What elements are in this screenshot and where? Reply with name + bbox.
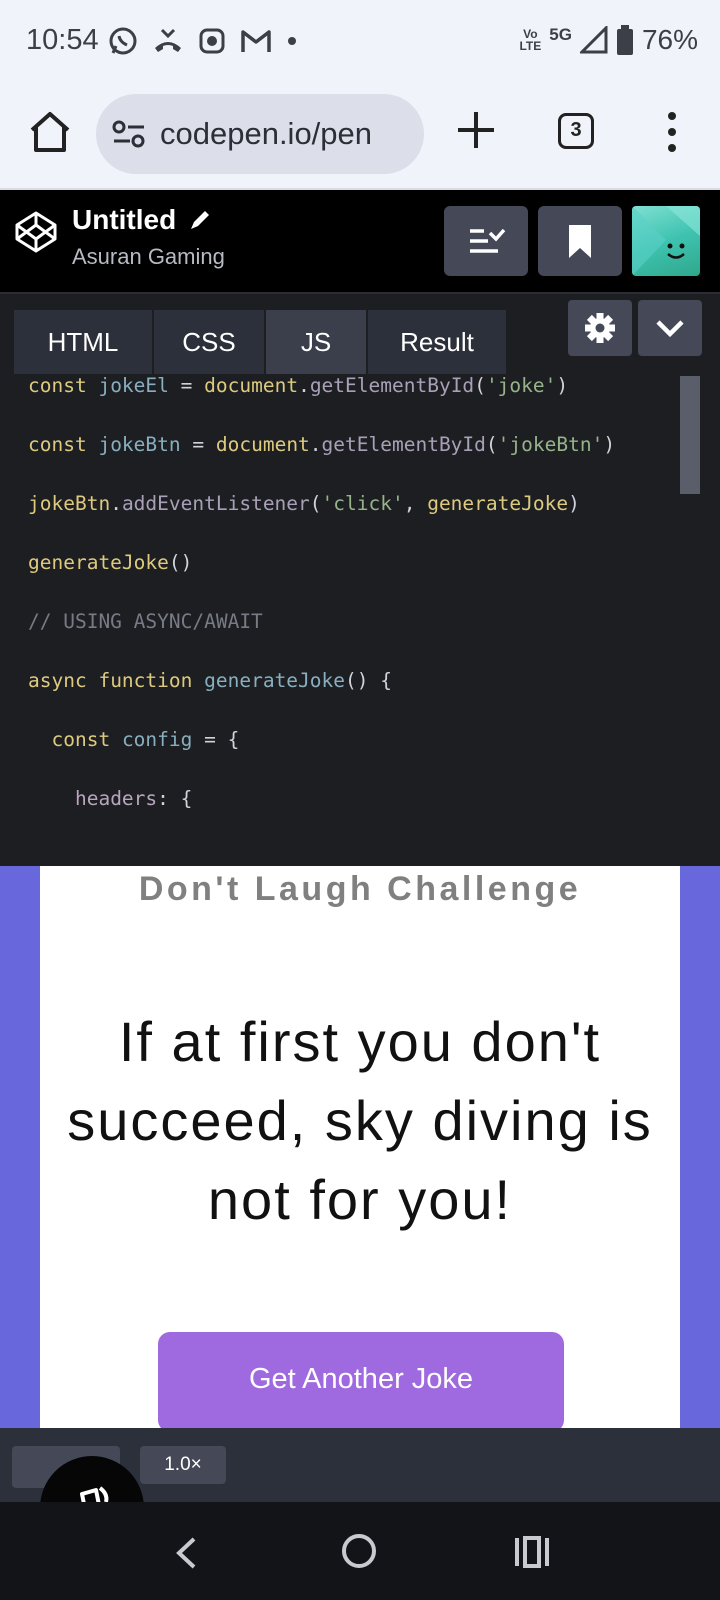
network-type: 5G [549,25,572,44]
code-line: jokeBtn.addEventListener('click', genera… [28,492,580,515]
menu-icon[interactable] [658,110,686,154]
code-line: const config = { [51,728,240,751]
zoom-level[interactable]: 1.0× [140,1446,226,1484]
code-line: headers: { [74,787,193,810]
gear-icon [585,313,615,343]
pen-title[interactable]: Untitled [72,204,176,236]
bookmark-icon [569,225,591,258]
joke-text: If at first you don't succeed, sky divin… [67,1010,653,1231]
editor-scrollbar[interactable] [680,376,700,494]
pencil-icon[interactable] [188,208,212,232]
challenge-title: Don't Laugh Challenge [138,870,582,908]
pen-author[interactable]: Asuran Gaming [72,244,225,270]
battery-icon [616,25,633,55]
site-settings-icon[interactable] [112,120,146,148]
get-another-joke-button[interactable]: Get Another Joke [158,1332,564,1428]
signal-icon [579,26,608,54]
code-line: async function generateJoke() { [28,669,392,692]
chevron-down-icon [656,320,684,338]
codepen-header: Untitled Asuran Gaming [0,190,720,294]
whatsapp-icon [109,27,137,55]
tab-html[interactable]: HTML [14,310,152,374]
tabs-button[interactable]: 3 [558,113,594,149]
avatar-icon[interactable] [632,206,700,276]
code-line: generateJoke() [28,551,193,574]
change-view-button[interactable] [444,206,528,276]
volte-indicator: Vo LTE [519,27,542,53]
tab-css[interactable]: CSS [154,310,264,374]
editor-settings-button[interactable] [568,300,632,356]
back-icon[interactable] [172,1536,200,1570]
tab-result[interactable]: Result [368,310,506,374]
new-tab-icon[interactable] [454,108,498,152]
home-circle-icon[interactable] [340,1532,378,1570]
code-line: const jokeBtn = document.getElementById(… [28,433,616,456]
status-right: Vo LTE 5G 76% [519,24,698,56]
code-editor: HTML CSS JS Result const jokeEl = docume… [0,294,720,866]
collapse-editor-button[interactable] [638,300,702,356]
layout-icon [470,228,506,253]
tab-js[interactable]: JS [266,310,366,374]
result-preview: Don't Laugh Challenge If at first you do… [0,866,720,1428]
codepen-logo-icon[interactable] [14,210,58,254]
status-time: 10:54 [26,24,99,56]
recent-apps-icon[interactable] [514,1536,550,1568]
home-icon[interactable] [26,108,74,156]
joke-card: Don't Laugh Challenge If at first you do… [40,866,680,1428]
bookmark-button[interactable] [538,206,622,276]
status-bar: 10:54 Vo LTE 5G 76% [0,0,720,86]
browser-toolbar: codepen.io/pen 3 [0,86,720,190]
url-text: codepen.io/pen [160,116,373,151]
code-line: const jokeEl = document.getElementById('… [28,374,569,397]
editor-tabs: HTML CSS JS Result [14,310,506,374]
missed-call-icon [155,28,181,52]
battery-level: 76% [641,24,698,55]
notification-icons [108,26,298,56]
system-nav-bar [0,1502,720,1600]
gmail-icon [241,30,271,52]
code-line: // USING ASYNC/AWAIT [28,610,263,633]
dot-icon [288,37,296,45]
address-bar[interactable]: codepen.io/pen [96,94,424,174]
radio-icon [199,28,225,54]
